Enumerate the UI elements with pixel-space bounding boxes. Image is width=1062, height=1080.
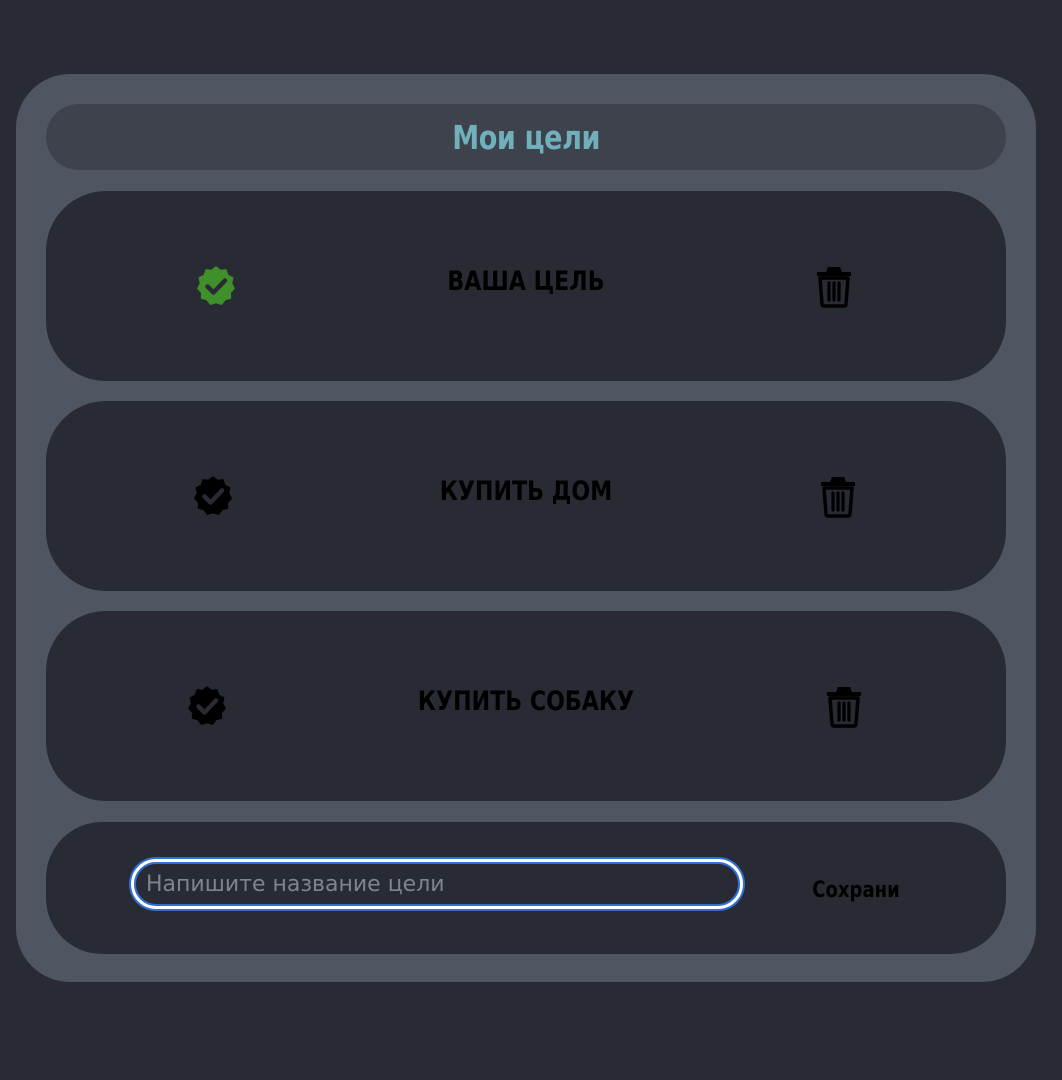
- goal-title: КУПИТЬ ДОМ: [439, 476, 613, 507]
- trash-lid: [821, 477, 855, 486]
- trash-icon[interactable]: [824, 684, 864, 728]
- goal-title: КУПИТЬ СОБАКУ: [417, 686, 635, 717]
- trash-icon[interactable]: [814, 264, 854, 308]
- trash-lid: [817, 267, 851, 276]
- header-bar: Мои цели: [46, 104, 1006, 170]
- goal-card: КУПИТЬ ДОМ: [46, 401, 1006, 591]
- goal-name-input[interactable]: [131, 859, 743, 909]
- trash-icon[interactable]: [818, 474, 858, 518]
- goal-title: ВАША ЦЕЛЬ: [447, 266, 605, 297]
- goals-panel: Мои цели ВАША ЦЕЛЬ КУПИТЬ ДОМ КУПИТЬ СОБ…: [16, 74, 1036, 982]
- page-title: Мои цели: [452, 117, 600, 157]
- goal-card: ВАША ЦЕЛЬ: [46, 191, 1006, 381]
- add-goal-form: Сохрани: [46, 822, 1006, 954]
- trash-lid: [827, 687, 861, 696]
- goal-card: КУПИТЬ СОБАКУ: [46, 611, 1006, 801]
- save-button[interactable]: Сохрани: [807, 870, 905, 910]
